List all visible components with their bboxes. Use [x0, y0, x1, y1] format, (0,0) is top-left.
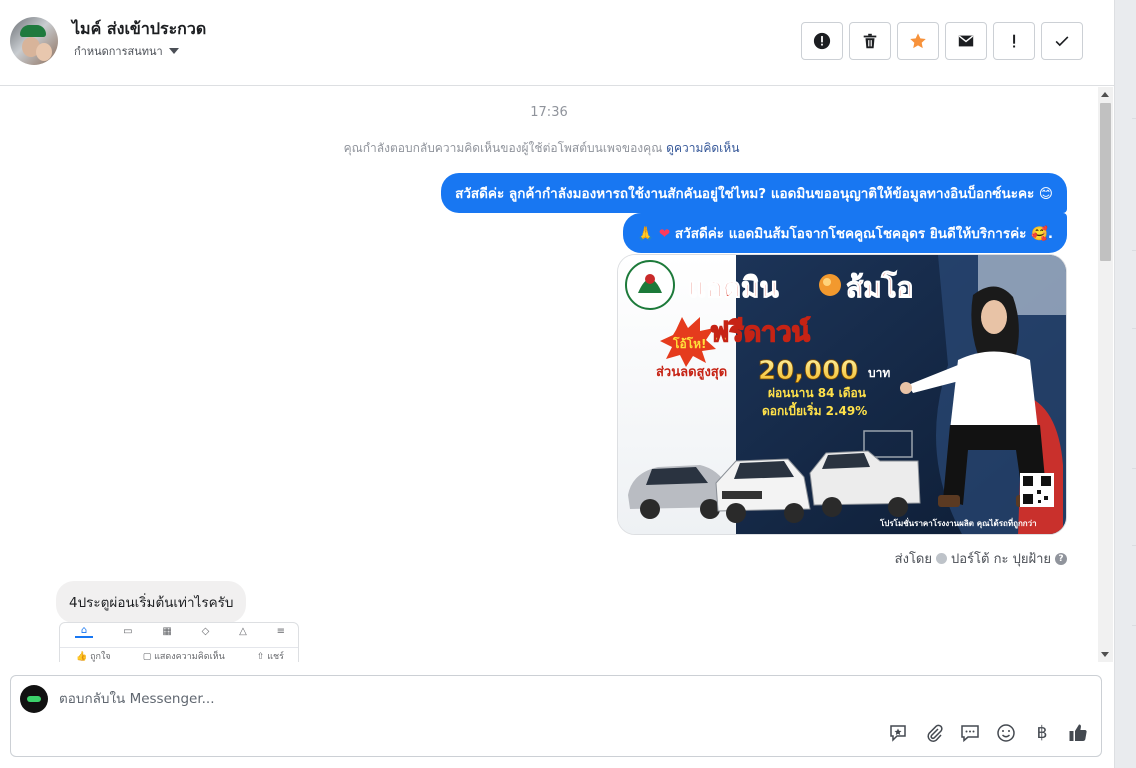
thumbs-up-icon — [1069, 724, 1087, 741]
menu-icon: ≡ — [276, 625, 286, 637]
promo-headline: ฟรีดาวน์ — [710, 316, 810, 348]
right-panel-edge — [1114, 0, 1136, 768]
message-scrollbar[interactable] — [1098, 87, 1113, 662]
attachment-nav-row: ⌂ ▭ ▦ ◇ △ ≡ — [60, 623, 298, 639]
attachment-share: ⇧ แชร์ — [256, 651, 284, 662]
mark-unread-button[interactable] — [945, 22, 987, 60]
view-comment-link[interactable]: ดูความคิดเห็น — [666, 141, 739, 155]
attachment-actions-row: 👍 ถูกใจ ▢ แสดงความคิดเห็น ⇧ แชร์ — [60, 647, 298, 662]
promo-discount-unit: บาท — [868, 366, 890, 380]
contact-avatar[interactable] — [10, 17, 58, 65]
chat-bubble-button[interactable] — [959, 722, 981, 744]
video-icon: ▭ — [123, 625, 133, 637]
assign-label: กำหนดการสนทนา — [74, 45, 163, 58]
promo-title: แอดมิน — [688, 271, 779, 304]
attachment-like: 👍 ถูกใจ — [76, 651, 111, 662]
outgoing-message: 🙏 ❤ สวัสดีค่ะ แอดมินส้มโอจากโชคคูณโชคอุด… — [623, 213, 1067, 253]
star-button[interactable] — [897, 22, 939, 60]
attach-button[interactable] — [923, 722, 945, 744]
promo-discount-label: ส่วนลดสูงสุด — [656, 365, 727, 380]
attachment-comment: ▢ แสดงความคิดเห็น — [142, 651, 225, 662]
promo-image: แอดมิน ส้มโอ โอ้โห! ฟรีดาวน์ ส่วนลดสูงสุ… — [618, 255, 1066, 534]
notice-text: คุณกำลังตอบกลับความคิดเห็นของผู้ใช้ต่อโพ… — [343, 141, 663, 155]
scroll-thumb[interactable] — [1100, 103, 1111, 261]
verified-icon — [936, 553, 947, 564]
like-button[interactable] — [1067, 722, 1089, 744]
conversation-header: ไมค์ ส่งเข้าประกวด กำหนดการสนทนา — [0, 0, 1114, 86]
scroll-up-arrow-icon[interactable] — [1101, 92, 1109, 97]
message-thread: 17:36 คุณกำลังตอบกลับความคิดเห็นของผู้ใช… — [0, 87, 1098, 662]
paperclip-icon — [927, 724, 943, 742]
reply-composer: ฿ — [10, 675, 1102, 757]
screenshot-attachment[interactable]: ⌂ ▭ ▦ ◇ △ ≡ 👍 ถูกใจ ▢ แสดงความคิดเห็น ⇧ … — [59, 622, 299, 662]
message-timestamp: 17:36 — [530, 105, 568, 120]
sent-by-info: ส่งโดย ปอร์โต้ กะ ปุยฝ้าย ? — [895, 548, 1067, 569]
promo-footer: โปรโมชั่นราคาโรงงานผลิต คุณได้รถที่ถูกกว… — [879, 517, 1037, 529]
follow-up-button[interactable] — [993, 22, 1035, 60]
star-icon — [910, 33, 926, 49]
bell-icon: △ — [239, 625, 247, 637]
sent-by-name: ปอร์โต้ กะ ปุยฝ้าย — [951, 552, 1051, 567]
promo-image-attachment[interactable]: แอดมิน ส้มโอ โอ้โห! ฟรีดาวน์ ส่วนลดสูงสุ… — [617, 254, 1067, 535]
saved-reply-icon — [890, 725, 906, 742]
incoming-message: 4ประตูผ่อนเริ่มต้นเท่าไรครับ — [56, 581, 247, 623]
payment-button[interactable]: ฿ — [1031, 722, 1053, 744]
tag-icon: ◇ — [201, 625, 210, 637]
promo-interest: ดอกเบี้ยเริ่ม 2.49% — [762, 401, 867, 418]
outgoing-message-text: สวัสดีค่ะ แอดมินส้มโอจากโชคคูณโชคอุดร ยิ… — [674, 226, 1053, 242]
mark-spam-button[interactable] — [801, 22, 843, 60]
composer-toolbar: ฿ — [887, 722, 1089, 744]
baht-icon: ฿ — [1036, 723, 1048, 743]
home-icon: ⌂ — [74, 625, 94, 638]
delete-button[interactable] — [849, 22, 891, 60]
reply-input[interactable] — [59, 689, 659, 709]
envelope-icon — [958, 35, 974, 47]
contact-name[interactable]: ไมค์ ส่งเข้าประกวด — [72, 17, 206, 42]
promo-badge: โอ้โห! — [672, 336, 706, 351]
chat-bubble-icon — [961, 725, 979, 743]
alert-circle-icon — [813, 32, 831, 50]
saved-reply-button[interactable] — [887, 722, 909, 744]
sent-by-label: ส่งโดย — [894, 552, 932, 567]
promo-title-2: ส้มโอ — [846, 270, 913, 304]
pray-emoji: 🙏 — [637, 226, 655, 242]
page-avatar — [20, 685, 48, 713]
emoji-button[interactable] — [995, 722, 1017, 744]
smiley-icon — [997, 724, 1015, 742]
caret-down-icon — [168, 48, 179, 54]
checkmark-icon — [1055, 36, 1069, 47]
scroll-down-arrow-icon[interactable] — [1101, 652, 1109, 657]
promo-discount-amount: 20,000 — [758, 356, 858, 386]
exclamation-icon — [1013, 34, 1016, 48]
promo-installment: ผ่อนนาน 84 เดือน — [768, 386, 867, 400]
marketplace-icon: ▦ — [162, 625, 172, 637]
heart-emoji: ❤ — [658, 226, 671, 242]
conversation-toolbar — [801, 22, 1083, 60]
assign-conversation-dropdown[interactable]: กำหนดการสนทนา — [74, 42, 179, 60]
mark-done-button[interactable] — [1041, 22, 1083, 60]
trash-icon — [863, 33, 877, 49]
inbox-conversation-view: ไมค์ ส่งเข้าประกวด กำหนดการสนทนา 17:36 ค… — [0, 0, 1136, 768]
help-icon[interactable]: ? — [1055, 552, 1067, 565]
outgoing-message: สวัสดีค่ะ ลูกค้ากำลังมองหารถใช้งานสักคัน… — [441, 173, 1067, 213]
comment-reply-notice: คุณกำลังตอบกลับความคิดเห็นของผู้ใช้ต่อโพ… — [0, 139, 1083, 158]
